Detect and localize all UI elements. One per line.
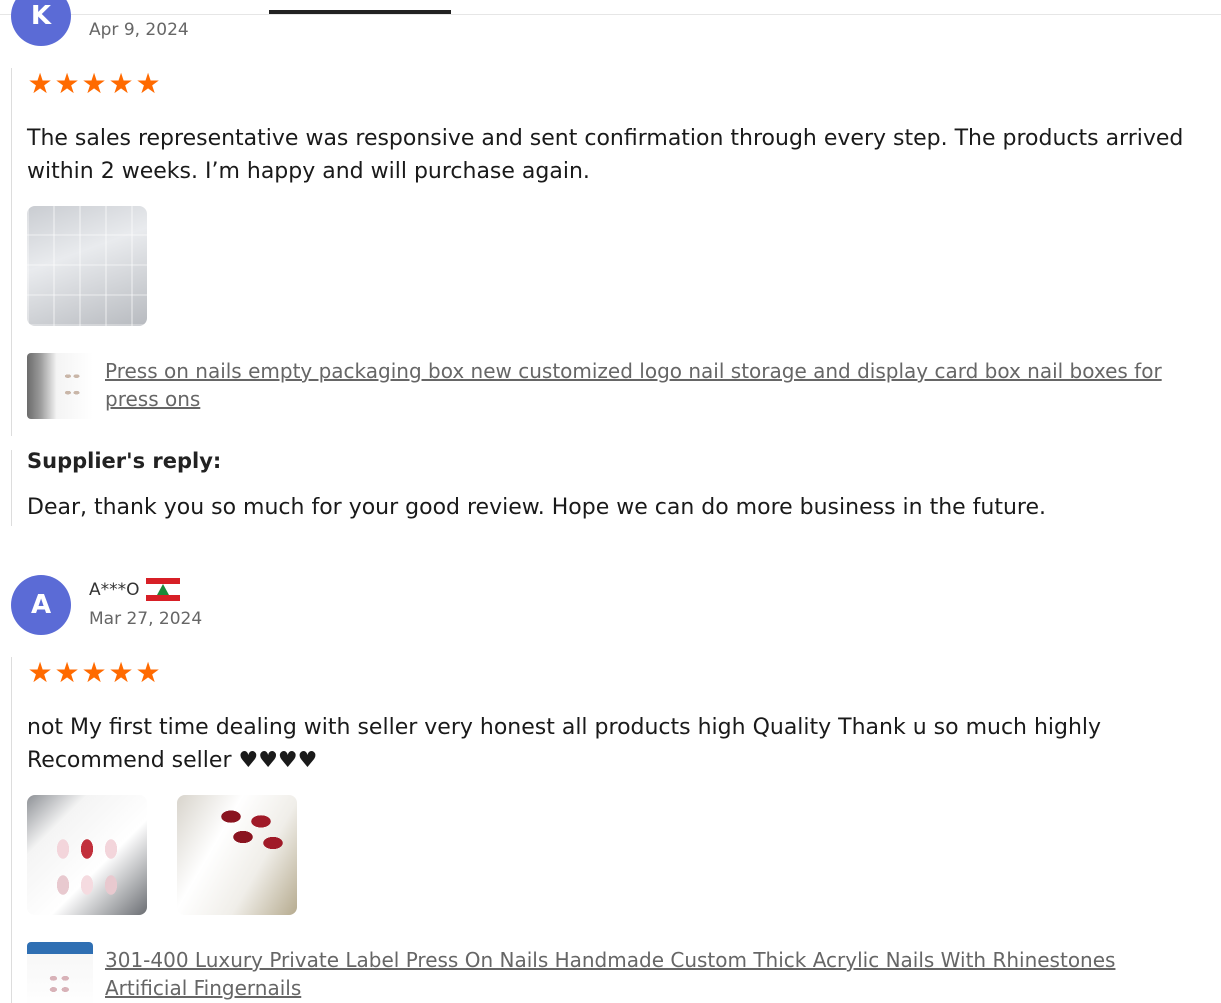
review-photo[interactable] xyxy=(27,206,147,326)
review-body xyxy=(11,68,12,436)
review-text: The sales representative was responsive … xyxy=(27,126,1184,184)
star-icon: ★ xyxy=(135,67,161,100)
star-icon: ★ xyxy=(108,67,134,100)
reviewer-avatar: A xyxy=(11,575,71,635)
star-icon: ★ xyxy=(135,656,161,689)
star-icon: ★ xyxy=(54,656,80,689)
tab-bar-divider xyxy=(0,14,1221,15)
review-body xyxy=(11,657,12,1003)
star-rating: ★ ★ ★ ★ ★ xyxy=(27,70,161,98)
star-rating: ★ ★ ★ ★ ★ xyxy=(27,659,161,687)
reviewer-name: A***O xyxy=(89,578,180,601)
review-text: not My first time dealing with seller ve… xyxy=(27,715,1102,773)
star-icon: ★ xyxy=(27,67,53,100)
product-thumbnail[interactable] xyxy=(27,942,93,1003)
star-icon: ★ xyxy=(81,67,107,100)
supplier-reply-title: Supplier's reply: xyxy=(27,449,222,473)
review-photo[interactable] xyxy=(27,795,147,915)
reviewer-avatar: K xyxy=(11,0,71,46)
supplier-reply-block xyxy=(11,450,12,526)
review-photo[interactable] xyxy=(177,795,297,915)
supplier-reply-text: Dear, thank you so much for your good re… xyxy=(27,495,1047,520)
reviews-page: K Apr 9, 2024 ★ ★ ★ ★ ★ The sales repres… xyxy=(0,0,1221,1003)
product-link[interactable]: Press on nails empty packaging box new c… xyxy=(105,357,1165,413)
star-icon: ★ xyxy=(108,656,134,689)
reviewer-name-text: A***O xyxy=(89,579,140,600)
star-icon: ★ xyxy=(54,67,80,100)
avatar-letter: K xyxy=(30,1,52,31)
review-date: Mar 27, 2024 xyxy=(89,609,203,629)
star-icon: ★ xyxy=(81,656,107,689)
review-date: Apr 9, 2024 xyxy=(89,20,189,40)
lebanon-flag-icon xyxy=(145,578,180,601)
avatar-letter: A xyxy=(30,590,52,620)
product-link[interactable]: 301-400 Luxury Private Label Press On Na… xyxy=(105,946,1165,1002)
product-thumbnail[interactable] xyxy=(27,353,93,419)
active-tab-indicator xyxy=(269,10,451,14)
star-icon: ★ xyxy=(27,656,53,689)
